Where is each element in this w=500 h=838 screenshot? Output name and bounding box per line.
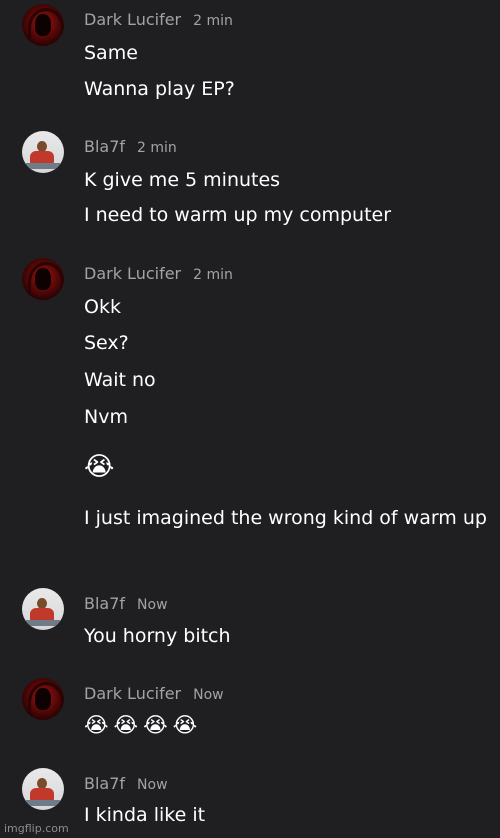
avatar-face xyxy=(35,688,51,710)
message-header: Dark Lucifer Now xyxy=(84,684,224,703)
message-header: Dark Lucifer 2 min xyxy=(84,10,233,29)
imgflip-watermark: imgflip.com xyxy=(4,822,69,835)
avatar[interactable] xyxy=(22,258,64,300)
timestamp: Now xyxy=(137,597,168,613)
message-header: Dark Lucifer 2 min xyxy=(84,264,233,283)
avatar-face xyxy=(35,14,51,36)
avatar[interactable] xyxy=(22,4,64,46)
message-line: Wait no xyxy=(84,369,156,391)
message-line: I kinda like it xyxy=(84,804,206,826)
avatar[interactable] xyxy=(22,131,64,173)
emoji-message: 😭😭😭😭 xyxy=(84,713,203,737)
avatar-face xyxy=(35,268,51,290)
author-name[interactable]: Bla7f xyxy=(84,137,125,156)
emoji-message: 😭 xyxy=(84,452,115,482)
avatar-desk xyxy=(26,800,60,806)
timestamp: 2 min xyxy=(193,13,233,29)
message-header: Bla7f Now xyxy=(84,774,168,793)
message-header: Bla7f 2 min xyxy=(84,137,177,156)
timestamp: 2 min xyxy=(137,140,177,156)
message-line: Wanna play EP? xyxy=(84,78,235,100)
avatar-desk xyxy=(26,163,60,169)
timestamp: Now xyxy=(137,777,168,793)
author-name[interactable]: Bla7f xyxy=(84,774,125,793)
author-name[interactable]: Dark Lucifer xyxy=(84,684,181,703)
message-line: I just imagined the wrong kind of warm u… xyxy=(84,507,487,529)
avatar-desk xyxy=(26,620,60,626)
message-line: I need to warm up my computer xyxy=(84,204,392,226)
author-name[interactable]: Dark Lucifer xyxy=(84,10,181,29)
timestamp: Now xyxy=(193,687,224,703)
message-line: Okk xyxy=(84,296,121,318)
author-name[interactable]: Dark Lucifer xyxy=(84,264,181,283)
avatar[interactable] xyxy=(22,588,64,630)
message-line: K give me 5 minutes xyxy=(84,169,281,191)
message-line: Nvm xyxy=(84,406,128,428)
message-line: You horny bitch xyxy=(84,625,231,647)
avatar[interactable] xyxy=(22,768,64,810)
message-header: Bla7f Now xyxy=(84,594,168,613)
timestamp: 2 min xyxy=(193,267,233,283)
message-line: Sex? xyxy=(84,332,129,354)
author-name[interactable]: Bla7f xyxy=(84,594,125,613)
message-line: Same xyxy=(84,42,138,64)
avatar[interactable] xyxy=(22,678,64,720)
